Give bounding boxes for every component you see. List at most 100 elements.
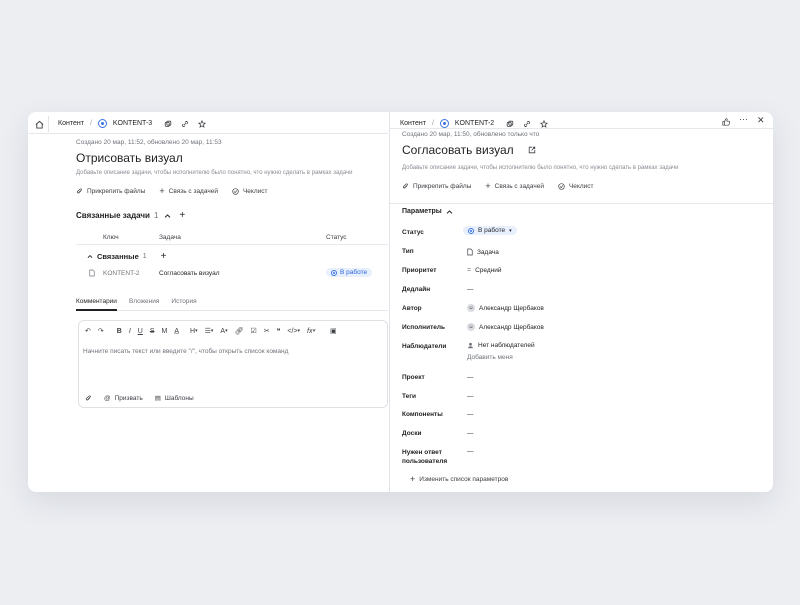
copy-link-icon[interactable] bbox=[164, 120, 172, 128]
left-issue-panel: Контент / KONTENT-3 Создано 20 мар, 11:5… bbox=[28, 112, 388, 492]
strike-button[interactable]: S bbox=[150, 328, 155, 335]
open-external-icon[interactable] bbox=[528, 146, 536, 154]
mention-button[interactable]: @ Призвать bbox=[104, 395, 143, 402]
param-watchers-field[interactable]: Нет наблюдателей bbox=[467, 342, 535, 349]
add-related-icon[interactable]: + bbox=[179, 210, 185, 220]
quote-icon[interactable]: ❝ bbox=[277, 327, 281, 335]
param-deadline-value[interactable]: — bbox=[467, 286, 474, 293]
templates-button[interactable]: ▤ Шаблоны bbox=[155, 394, 194, 403]
tab-history[interactable]: История bbox=[171, 298, 196, 305]
row-task[interactable]: Согласовать визуал bbox=[159, 270, 219, 277]
star-icon[interactable] bbox=[198, 119, 207, 128]
mono-button[interactable]: M bbox=[162, 328, 168, 335]
redo-icon[interactable]: ↷ bbox=[98, 327, 104, 335]
related-tasks-title: Связанные задачи bbox=[76, 211, 150, 220]
more-icon[interactable]: ··· bbox=[739, 114, 748, 124]
param-author-value: Александр Щербаков bbox=[479, 304, 544, 312]
document-icon bbox=[467, 248, 473, 256]
group-count: 1 bbox=[142, 253, 147, 260]
status-icon bbox=[331, 269, 337, 276]
tab-comments[interactable]: Комментарии bbox=[76, 298, 117, 305]
add-me-watcher-link[interactable]: Добавить меня bbox=[467, 354, 513, 361]
code-dropdown[interactable]: </> ▾ bbox=[287, 328, 300, 335]
breadcrumb-issue-key[interactable]: KONTENT-2 bbox=[455, 120, 494, 127]
collapse-chevron-icon bbox=[446, 209, 453, 215]
plus-icon: + bbox=[485, 181, 491, 191]
param-tags-label: Теги bbox=[402, 393, 416, 400]
link-task-button[interactable]: + Связь с задачей bbox=[485, 181, 544, 191]
mark-button[interactable]: A̲ bbox=[174, 328, 179, 335]
checklist-button[interactable]: Чеклист bbox=[232, 188, 268, 195]
param-author-field[interactable]: ☺ Александр Щербаков bbox=[467, 304, 544, 312]
italic-button[interactable]: I bbox=[129, 328, 131, 335]
checkbox-icon[interactable]: ☑︎ bbox=[250, 327, 256, 335]
undo-icon[interactable]: ↶ bbox=[85, 327, 91, 335]
param-project-value[interactable]: — bbox=[467, 374, 474, 381]
group-chevron-icon[interactable] bbox=[87, 254, 93, 259]
user-icon bbox=[467, 342, 474, 349]
paperclip-icon bbox=[76, 188, 83, 195]
collapse-chevron-icon[interactable] bbox=[164, 213, 171, 219]
paperclip-icon[interactable] bbox=[85, 394, 92, 402]
editor-placeholder[interactable]: Начните писать текст или введите "/", чт… bbox=[83, 348, 288, 355]
issue-title[interactable]: Согласовать визуал bbox=[402, 143, 514, 157]
link-task-label: Связь с задачей bbox=[168, 188, 218, 195]
breadcrumb-section[interactable]: Контент bbox=[400, 120, 426, 127]
edit-params-label: Изменить список параметров bbox=[419, 476, 509, 483]
breadcrumb-separator: / bbox=[431, 120, 434, 127]
param-boards-label: Доски bbox=[402, 430, 422, 437]
attach-files-button[interactable]: Прикрепить файлы bbox=[402, 183, 471, 190]
chevron-down-icon: ▾ bbox=[195, 328, 198, 334]
link-icon[interactable] bbox=[523, 120, 531, 128]
home-icon[interactable] bbox=[35, 120, 44, 129]
bold-button[interactable]: B bbox=[117, 328, 122, 335]
param-reply-label-line2: пользователя bbox=[402, 458, 448, 465]
paperclip-icon bbox=[402, 183, 409, 190]
row-status-label: В работе bbox=[340, 269, 368, 276]
font-color-dropdown[interactable]: A ▾ bbox=[220, 328, 227, 335]
link-icon[interactable] bbox=[181, 120, 189, 128]
add-to-group-icon[interactable]: + bbox=[161, 251, 167, 261]
param-watchers-value: Нет наблюдателей bbox=[478, 342, 535, 349]
row-status-badge[interactable]: В работе bbox=[326, 268, 373, 277]
checklist-button[interactable]: Чеклист bbox=[558, 183, 593, 190]
edit-params-button[interactable]: + Изменить список параметров bbox=[410, 474, 509, 484]
plus-icon: + bbox=[410, 474, 416, 484]
attach-files-label: Прикрепить файлы bbox=[413, 183, 472, 190]
checklist-label: Чеклист bbox=[242, 188, 268, 195]
formula-dropdown[interactable]: fx ▾ bbox=[307, 328, 315, 335]
table-row[interactable]: KONTENT-2 Согласовать визуал В работе bbox=[76, 268, 388, 280]
param-tags-value[interactable]: — bbox=[467, 393, 474, 400]
tab-attachments[interactable]: Вложения bbox=[129, 298, 159, 305]
avatar: ☺ bbox=[467, 323, 475, 331]
description-placeholder[interactable]: Добавьте описание задачи, чтобы исполнит… bbox=[402, 165, 679, 171]
image-icon[interactable]: ▣ bbox=[330, 327, 337, 335]
param-type-field[interactable]: Задача bbox=[467, 248, 499, 256]
breadcrumb-issue-key[interactable]: KONTENT-3 bbox=[113, 120, 152, 127]
row-key[interactable]: KONTENT-2 bbox=[103, 270, 139, 277]
breadcrumb-section[interactable]: Контент bbox=[58, 120, 84, 127]
param-components-value[interactable]: — bbox=[467, 411, 474, 418]
scissors-icon[interactable]: ✂︎ bbox=[264, 327, 270, 335]
link-icon[interactable]: 🔗︎ bbox=[235, 327, 244, 335]
copy-link-icon[interactable] bbox=[506, 120, 514, 128]
issue-title[interactable]: Отрисовать визуал bbox=[76, 151, 183, 165]
underline-button[interactable]: U bbox=[138, 328, 143, 335]
params-header[interactable]: Параметры bbox=[402, 208, 453, 215]
close-icon[interactable]: ✕ bbox=[757, 115, 765, 126]
thumbs-up-icon[interactable] bbox=[722, 118, 730, 126]
list-dropdown-icon[interactable]: ☰ ▾ bbox=[205, 327, 214, 335]
attach-files-button[interactable]: Прикрепить файлы bbox=[76, 188, 145, 195]
param-reply-value[interactable]: — bbox=[467, 448, 474, 455]
avatar: ☺ bbox=[467, 304, 475, 312]
related-tasks-header: Связанные задачи 1 + bbox=[76, 210, 185, 220]
star-icon[interactable] bbox=[540, 119, 549, 128]
link-task-button[interactable]: + Связь с задачей bbox=[159, 187, 218, 196]
param-priority-field[interactable]: = Средний bbox=[467, 267, 502, 274]
status-dropdown[interactable]: В работе ▾ bbox=[463, 226, 517, 235]
description-placeholder[interactable]: Добавьте описание задачи, чтобы исполнит… bbox=[76, 170, 353, 176]
param-assignee-field[interactable]: ☺ Александр Щербаков bbox=[467, 323, 544, 331]
heading-dropdown[interactable]: H ▾ bbox=[190, 328, 198, 335]
param-boards-value[interactable]: — bbox=[467, 430, 474, 437]
chevron-down-icon: ▾ bbox=[312, 328, 316, 334]
